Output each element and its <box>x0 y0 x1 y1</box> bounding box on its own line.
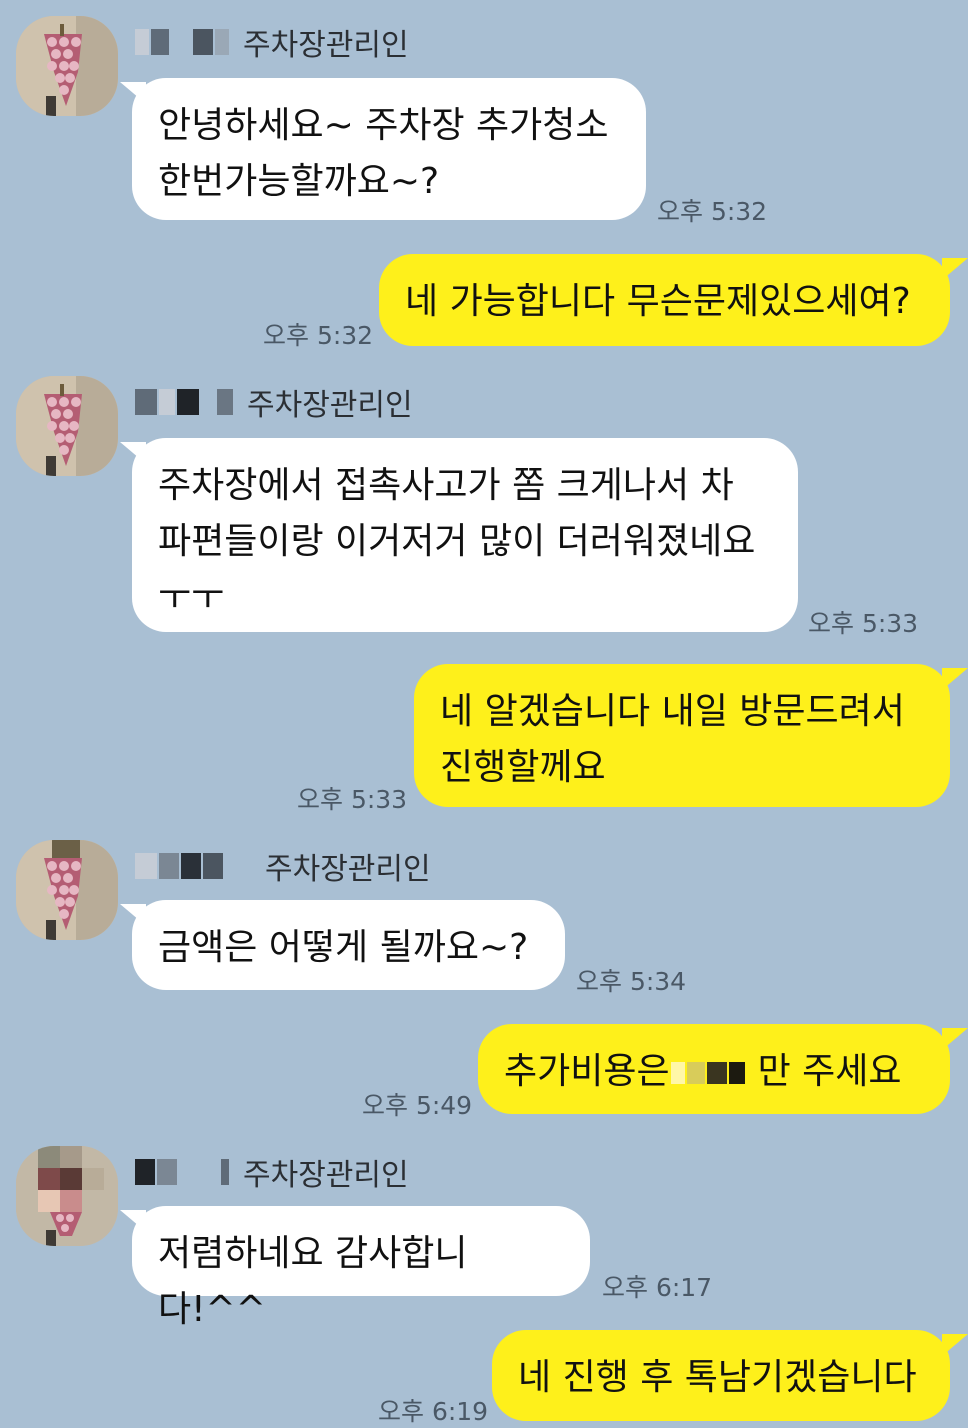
message-timestamp: 오후 5:33 <box>808 609 919 638</box>
redacted-name-block <box>181 853 201 879</box>
redacted-name-block <box>201 389 215 415</box>
grape-avatar-icon <box>16 376 118 476</box>
message-timestamp: 오후 5:34 <box>576 967 687 996</box>
message-bubble-outgoing[interactable]: 네 진행 후 톡남기겠습니다 <box>492 1330 950 1421</box>
message-bubble-outgoing[interactable]: 네 가능합니다 무슨문제있으세여? <box>379 254 950 346</box>
sender-avatar[interactable] <box>16 1146 118 1246</box>
sender-name: 주차장관리인 <box>265 852 431 887</box>
grape-avatar-icon <box>16 840 118 940</box>
message-timestamp: 오후 6:17 <box>602 1273 713 1302</box>
redacted-name-block <box>225 853 251 879</box>
bubble-tail <box>942 1028 968 1050</box>
sender-header: 주차장관리인 <box>135 382 413 423</box>
sender-header: 주차장관리인 <box>135 1152 409 1193</box>
redacted-name-block <box>217 389 233 415</box>
redacted-name-block <box>151 29 169 55</box>
bubble-tail <box>942 1334 968 1356</box>
message-bubble-outgoing[interactable]: 추가비용은 만 주세요 <box>478 1024 950 1114</box>
sender-name: 주차장관리인 <box>243 28 409 63</box>
redacted-amount-block <box>728 1062 745 1084</box>
message-bubble-incoming[interactable]: 금액은 어떻게 될까요~? <box>132 900 565 990</box>
redacted-name-block <box>203 853 223 879</box>
redacted-name-block <box>221 1159 229 1185</box>
redacted-name-block <box>177 389 199 415</box>
redacted-name-block <box>171 29 191 55</box>
redacted-name-block <box>159 389 175 415</box>
redacted-amount-block <box>746 1062 757 1084</box>
sender-name: 주차장관리인 <box>247 388 413 423</box>
message-timestamp: 오후 5:32 <box>263 321 374 350</box>
redacted-name-block <box>157 1159 177 1185</box>
message-timestamp: 오후 5:32 <box>657 197 768 226</box>
message-bubble-outgoing[interactable]: 네 알겠습니다 내일 방문드려서 진행할께요 <box>414 664 950 807</box>
message-timestamp: 오후 5:33 <box>297 785 408 814</box>
sender-header: 주차장관리인 <box>135 846 431 887</box>
grape-avatar-icon <box>16 1146 118 1246</box>
redacted-name-block <box>159 853 179 879</box>
bubble-tail <box>942 668 968 690</box>
message-bubble-incoming[interactable]: 안녕하세요~ 주차장 추가청소 한번가능할까요~? <box>132 78 646 220</box>
message-bubble-incoming[interactable]: 저렴하네요 감사합니다!^^ <box>132 1206 590 1330</box>
redacted-amount-block <box>686 1062 705 1084</box>
redacted-name-block <box>215 29 229 55</box>
grape-avatar-icon <box>16 16 118 116</box>
redacted-name-block <box>135 853 157 879</box>
message-timestamp: 오후 6:19 <box>378 1397 489 1426</box>
message-text-before: 추가비용은 <box>504 1051 670 1092</box>
redacted-name-block <box>135 29 149 55</box>
redacted-name-block <box>193 29 213 55</box>
sender-header: 주차장관리인 <box>135 22 409 63</box>
redacted-name-block <box>135 1159 155 1185</box>
redacted-name-block <box>135 389 157 415</box>
sender-avatar[interactable] <box>16 16 118 116</box>
bubble-tail <box>942 258 968 280</box>
message-timestamp: 오후 5:49 <box>362 1091 473 1120</box>
message-bubble-incoming[interactable]: 주차장에서 접촉사고가 쫌 크게나서 차 파편들이랑 이거저거 많이 더러워졌네… <box>132 438 798 632</box>
redacted-amount-block <box>670 1062 685 1084</box>
redacted-amount-block <box>706 1062 727 1084</box>
sender-avatar[interactable] <box>16 840 118 940</box>
redacted-name-block <box>179 1159 219 1185</box>
sender-name: 주차장관리인 <box>243 1158 409 1193</box>
message-text-after: 만 주세요 <box>757 1051 902 1092</box>
sender-avatar[interactable] <box>16 376 118 476</box>
